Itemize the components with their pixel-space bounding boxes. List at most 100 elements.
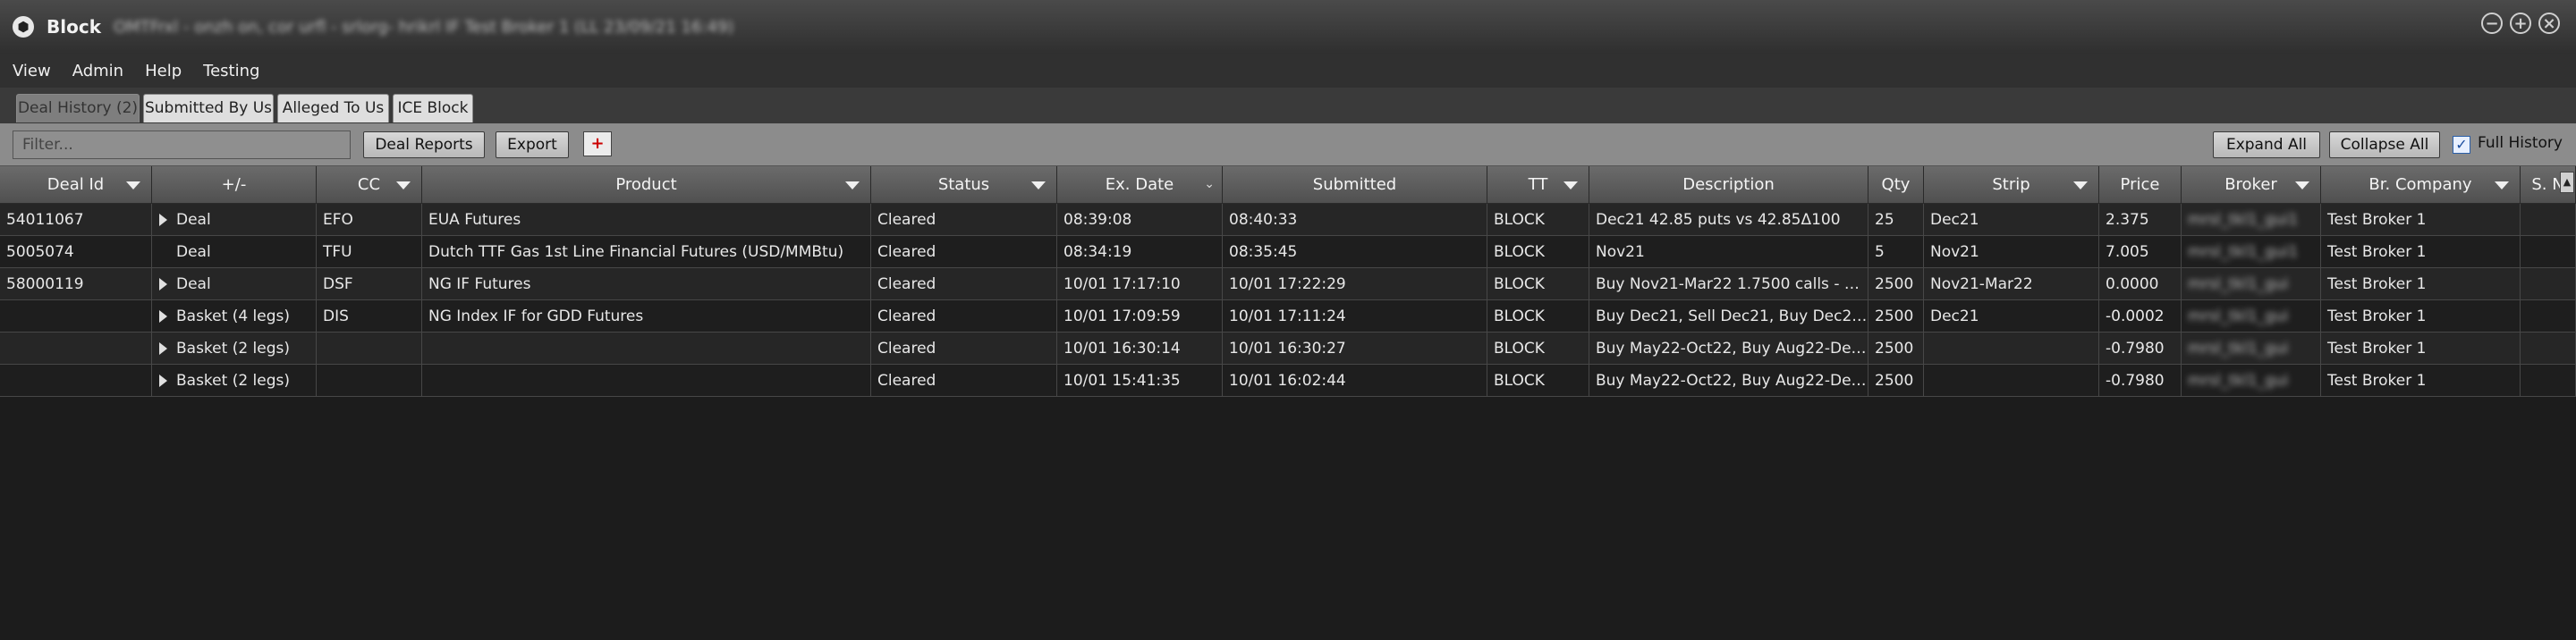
cell-text: mrsl_tkl1_gui	[2188, 275, 2289, 293]
sort-chevron-down-icon[interactable]: ⌄	[1204, 176, 1215, 192]
maximize-icon[interactable]: +	[2510, 13, 2531, 34]
filter-funnel-icon[interactable]	[396, 181, 411, 189]
cell-text: BLOCK	[1494, 211, 1545, 229]
cell-text: 10/01 17:11:24	[1229, 307, 1346, 325]
column-header-ex-date[interactable]: Ex. Date ⌄	[1057, 166, 1223, 204]
column-header-label: Broker	[2224, 175, 2277, 194]
filter-funnel-icon[interactable]	[1031, 181, 1046, 189]
cell-text: Deal	[176, 243, 211, 261]
filter-funnel-icon[interactable]	[2495, 181, 2509, 189]
cell-product: NG IF Futures	[422, 268, 871, 300]
scroll-up-icon[interactable]: ▲	[2560, 172, 2574, 193]
column-header-status[interactable]: Status	[871, 166, 1057, 204]
cell-cc: DSF	[317, 268, 422, 300]
column-header-tt[interactable]: TT	[1487, 166, 1589, 204]
cell-text: mrsl_tkl1_gui	[2188, 340, 2289, 358]
cell-text: Dec21	[1930, 307, 1979, 325]
table-row[interactable]: Basket (2 legs) Cleared 10/01 15:41:35 10/0…	[0, 365, 2576, 397]
cell-product: EUA Futures	[422, 204, 871, 236]
column-header-submitted[interactable]: Submitted	[1223, 166, 1487, 204]
menu-view[interactable]: View	[13, 62, 51, 80]
cell-text: Buy May22-Oct22, Buy Aug22-Dec22	[1596, 372, 1868, 390]
cell-submitted: 10/01 17:11:24	[1223, 300, 1487, 333]
column-header-broker[interactable]: Broker	[2182, 166, 2321, 204]
expand-arrow-icon[interactable]	[159, 342, 167, 355]
column-header-cc[interactable]: CC	[317, 166, 422, 204]
column-header-qty[interactable]: Qty	[1868, 166, 1924, 204]
cell-text: Nov21	[1930, 243, 1979, 261]
expand-arrow-icon[interactable]	[159, 375, 167, 387]
cell-submitted: 10/01 17:22:29	[1223, 268, 1487, 300]
cell-text: 58000119	[6, 275, 84, 293]
cell-text: mrsl_tkl1_gui1	[2188, 243, 2299, 261]
cell-product: Dutch TTF Gas 1st Line Financial Futures…	[422, 236, 871, 268]
cell-cc: TFU	[317, 236, 422, 268]
full-history-checkbox[interactable]: ✓	[2453, 136, 2470, 154]
cell-broker: mrsl_tkl1_gui	[2182, 365, 2321, 397]
cell-br-company: Test Broker 1	[2321, 300, 2521, 333]
column-header-plus-minus[interactable]: +/-	[152, 166, 317, 204]
cell-text: 10/01 17:17:10	[1063, 275, 1181, 293]
menu-admin[interactable]: Admin	[72, 62, 123, 80]
cell-s-n	[2521, 300, 2576, 333]
tab-alleged-to-us[interactable]: Alleged To Us	[277, 94, 389, 122]
cell-text: Deal	[176, 275, 211, 293]
column-header-deal-id[interactable]: Deal Id	[0, 166, 152, 204]
cell-submitted: 08:35:45	[1223, 236, 1487, 268]
menu-help[interactable]: Help	[145, 62, 182, 80]
cell-tt: BLOCK	[1487, 204, 1589, 236]
cell-price: -0.0002	[2099, 300, 2182, 333]
table-row[interactable]: 5005074 Deal TFU Dutch TTF Gas 1st Line Fin…	[0, 236, 2576, 268]
table-row[interactable]: 58000119 Deal DSF NG IF Futures Cleared 10/01…	[0, 268, 2576, 300]
cell-text: Test Broker 1	[2327, 340, 2427, 358]
cell-text: BLOCK	[1494, 372, 1545, 390]
cell-qty: 2500	[1868, 300, 1924, 333]
expand-arrow-icon[interactable]	[159, 278, 167, 291]
cell-text: 25	[1875, 211, 1894, 229]
filter-input[interactable]: Filter...	[13, 131, 351, 159]
cell-strip: Dec21	[1924, 204, 2099, 236]
filter-funnel-icon[interactable]	[1563, 181, 1578, 189]
column-header-br-company[interactable]: Br. Company	[2321, 166, 2521, 204]
tab-deal-history[interactable]: Deal History (2)	[16, 94, 140, 122]
cell-plus-minus: Basket (2 legs)	[152, 365, 317, 397]
column-header-price[interactable]: Price	[2099, 166, 2182, 204]
cell-broker: mrsl_tkl1_gui1	[2182, 204, 2321, 236]
cell-price: -0.7980	[2099, 365, 2182, 397]
deal-reports-button[interactable]: Deal Reports	[363, 131, 485, 158]
filter-funnel-icon[interactable]	[845, 181, 860, 189]
column-header-description[interactable]: Description	[1589, 166, 1868, 204]
cell-text: DSF	[323, 275, 353, 293]
expand-arrow-icon[interactable]	[159, 310, 167, 323]
expand-arrow-icon[interactable]	[159, 214, 167, 226]
collapse-all-button[interactable]: Collapse All	[2329, 131, 2440, 158]
filter-funnel-icon[interactable]	[2073, 181, 2088, 189]
filter-funnel-icon[interactable]	[2295, 181, 2309, 189]
cell-plus-minus: Basket (2 legs)	[152, 333, 317, 365]
add-document-icon[interactable]: +	[583, 131, 612, 156]
cell-description: Buy May22-Oct22, Buy Aug22-Dec22	[1589, 333, 1868, 365]
cell-text: Test Broker 1	[2327, 275, 2427, 293]
close-icon[interactable]: ×	[2538, 13, 2560, 34]
table-row[interactable]: Basket (2 legs) Cleared 10/01 16:30:14 10/0…	[0, 333, 2576, 365]
filter-funnel-icon[interactable]	[126, 181, 140, 189]
table-row[interactable]: Basket (4 legs) DIS NG Index IF for GDD Fu…	[0, 300, 2576, 333]
minimize-icon[interactable]: −	[2481, 13, 2503, 34]
cell-text: 10/01 16:30:14	[1063, 340, 1181, 358]
cell-text: -0.7980	[2106, 340, 2165, 358]
cell-price: 0.0000	[2099, 268, 2182, 300]
cell-text: Dec21	[1930, 211, 1979, 229]
column-header-strip[interactable]: Strip	[1924, 166, 2099, 204]
cell-qty: 2500	[1868, 333, 1924, 365]
column-header-label: Status	[937, 175, 990, 194]
tab-submitted-by-us[interactable]: Submitted By Us	[143, 94, 274, 122]
export-button[interactable]: Export	[496, 131, 569, 158]
table-row[interactable]: 54011067 Deal EFO EUA Futures Cleared 08:39:0…	[0, 204, 2576, 236]
expand-all-button[interactable]: Expand All	[2213, 131, 2320, 158]
title-bar: ⬢ Block OMTFrxl - onzh on, cor urfl - sr…	[0, 0, 2576, 55]
cell-qty: 2500	[1868, 268, 1924, 300]
tab-ice-block[interactable]: ICE Block	[393, 94, 473, 122]
cell-description: Nov21	[1589, 236, 1868, 268]
menu-testing[interactable]: Testing	[203, 62, 259, 80]
column-header-product[interactable]: Product	[422, 166, 871, 204]
